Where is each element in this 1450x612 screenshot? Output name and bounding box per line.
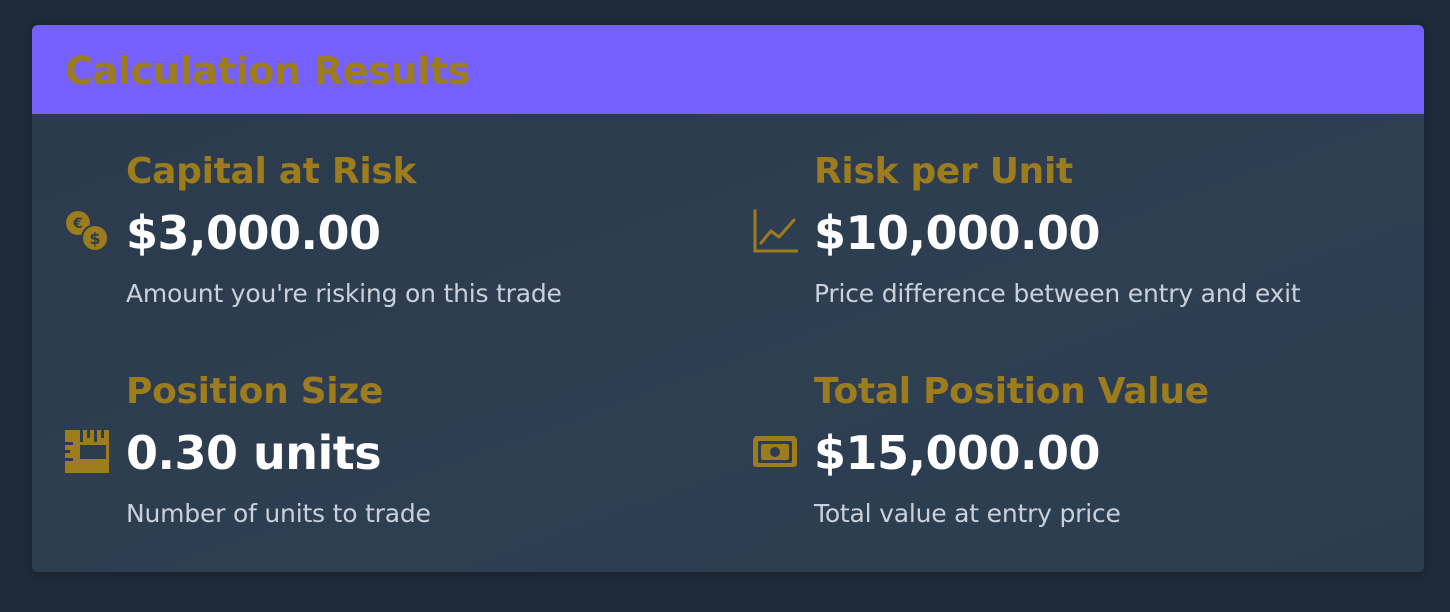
result-label: Total Position Value (814, 371, 1209, 412)
result-description: Price difference between entry and exit (814, 279, 1301, 308)
banknote-icon (752, 428, 798, 474)
svg-text:$: $ (89, 229, 100, 248)
result-description: Total value at entry price (814, 499, 1121, 528)
result-capital-at-risk: € $ Capital at Risk $3,000.00 Amount you… (64, 150, 684, 330)
ruler-icon (64, 428, 110, 474)
result-value: $3,000.00 (126, 206, 381, 260)
coins-euro-dollar-icon: € $ (64, 208, 110, 254)
result-value: $15,000.00 (814, 426, 1101, 480)
calculation-results-card: Calculation Results € $ Capital at Risk … (32, 25, 1424, 572)
line-chart-icon (752, 208, 798, 254)
result-value: 0.30 units (126, 426, 382, 480)
result-label: Capital at Risk (126, 151, 417, 192)
result-label: Risk per Unit (814, 151, 1073, 192)
result-value: $10,000.00 (814, 206, 1101, 260)
svg-text:€: € (72, 216, 83, 232)
card-title: Calculation Results (65, 48, 471, 93)
result-description: Number of units to trade (126, 499, 431, 528)
result-description: Amount you're risking on this trade (126, 279, 562, 308)
result-risk-per-unit: Risk per Unit $10,000.00 Price differenc… (752, 150, 1372, 330)
result-label: Position Size (126, 371, 384, 412)
result-position-size: Position Size 0.30 units Number of units… (64, 370, 684, 550)
card-header: Calculation Results (32, 25, 1424, 114)
result-total-position-value: Total Position Value $15,000.00 Total va… (752, 370, 1372, 550)
